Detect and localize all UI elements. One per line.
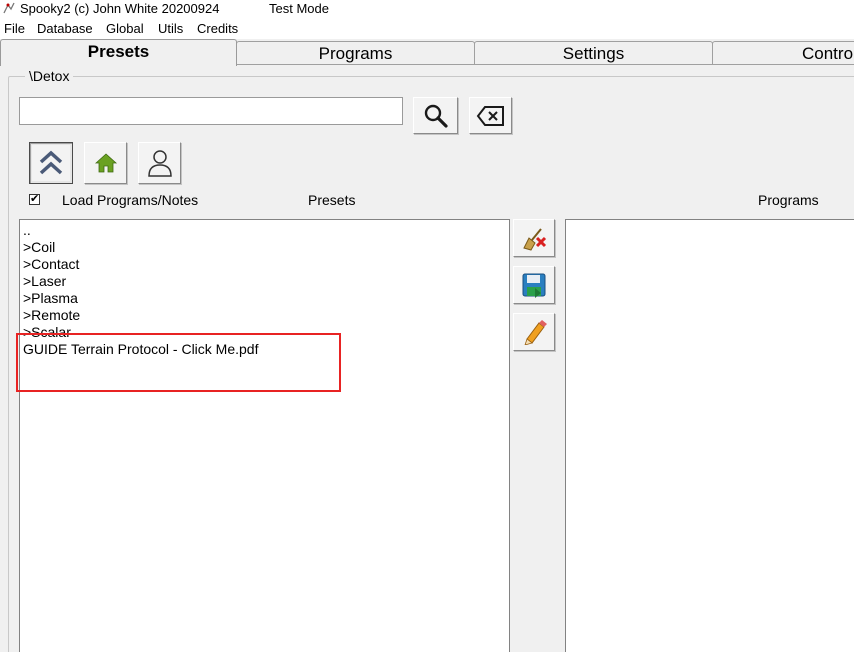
home-icon	[94, 153, 117, 173]
menu-bar: File Database Global Utils Credits	[0, 19, 854, 39]
backspace-icon	[476, 105, 504, 126]
clear-search-button[interactable]	[469, 97, 512, 134]
tab-presets[interactable]: Presets	[0, 39, 237, 66]
menu-file[interactable]: File	[4, 21, 25, 36]
save-icon	[522, 273, 546, 298]
parent-folder-button[interactable]	[29, 142, 73, 184]
list-item-coil[interactable]: >Coil	[23, 239, 55, 256]
menu-credits[interactable]: Credits	[197, 21, 238, 36]
current-folder-path: \Detox	[25, 68, 74, 84]
menu-utils[interactable]: Utils	[158, 21, 183, 36]
save-preset-button[interactable]	[513, 266, 555, 304]
mode-indicator: Test Mode	[269, 1, 329, 16]
presets-list[interactable]: .. >Coil >Contact >Laser >Plasma >Remote…	[19, 219, 510, 652]
chevron-up-icon	[39, 150, 63, 175]
user-icon	[147, 150, 172, 177]
menu-global[interactable]: Global	[106, 21, 144, 36]
window-title: Spooky2 (c) John White 20200924	[20, 1, 220, 16]
tab-control[interactable]: Control	[712, 41, 854, 63]
user-presets-button[interactable]	[138, 142, 181, 184]
spooky2-window: Spooky2 (c) John White 20200924 Test Mod…	[0, 0, 854, 652]
load-programs-notes-checkbox[interactable]: ✔	[29, 194, 40, 205]
main-tabs: Programs Settings Control Presets	[0, 39, 854, 66]
programs-list[interactable]	[565, 219, 854, 652]
tab-divider	[236, 64, 854, 65]
list-item-contact[interactable]: >Contact	[23, 256, 79, 273]
title-bar: Spooky2 (c) John White 20200924 Test Mod…	[0, 0, 854, 19]
search-icon	[424, 104, 448, 128]
programs-header: Programs	[758, 192, 819, 208]
pencil-icon	[524, 320, 547, 345]
broom-delete-icon	[523, 228, 547, 251]
presets-header: Presets	[308, 192, 356, 208]
home-button[interactable]	[84, 142, 127, 184]
list-item-remote[interactable]: >Remote	[23, 307, 80, 324]
list-item-laser[interactable]: >Laser	[23, 273, 66, 290]
edit-preset-button[interactable]	[513, 313, 555, 351]
list-item-guide-pdf[interactable]: GUIDE Terrain Protocol - Click Me.pdf	[23, 341, 258, 358]
list-item-plasma[interactable]: >Plasma	[23, 290, 78, 307]
list-item-scalar[interactable]: >Scalar	[23, 324, 71, 341]
search-input[interactable]	[19, 97, 403, 125]
tab-settings[interactable]: Settings	[474, 41, 713, 64]
load-programs-notes-label: Load Programs/Notes	[62, 192, 199, 208]
menu-database[interactable]: Database	[37, 21, 93, 36]
delete-preset-button[interactable]	[513, 219, 555, 257]
search-button[interactable]	[413, 97, 458, 134]
tab-programs[interactable]: Programs	[236, 41, 475, 64]
app-logo-icon	[3, 2, 15, 14]
list-item-parent[interactable]: ..	[23, 222, 31, 239]
